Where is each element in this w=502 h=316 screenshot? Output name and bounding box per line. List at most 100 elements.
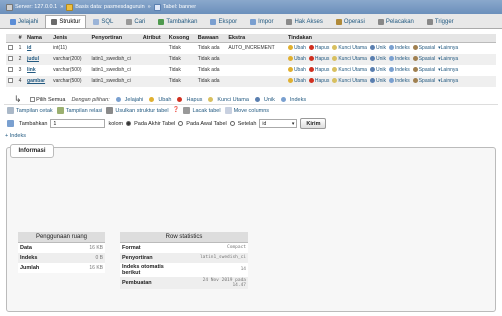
- col-null: Kosong: [166, 34, 196, 43]
- bulk-browse-button[interactable]: Jelajahi: [115, 97, 143, 103]
- beginning-label: Pada Awal Tabel: [186, 120, 227, 127]
- index-action[interactable]: Indeks: [388, 45, 410, 51]
- row-checkbox[interactable]: [8, 67, 13, 73]
- beginning-radio[interactable]: [178, 121, 184, 126]
- space-usage-title: Penggunaan ruang: [18, 232, 105, 243]
- with-selected-label: Dengan pilihan:: [71, 96, 110, 103]
- table-row: Indeks 0 B: [18, 252, 105, 263]
- row-actions: Ubah Hapus Kunci Utama Unik Indeks Spasial ▾La…: [285, 53, 496, 65]
- delete-icon: [308, 78, 314, 84]
- table-row: Penyortiran latin1_swedish_ci: [120, 252, 248, 263]
- column-name[interactable]: link: [25, 64, 52, 76]
- tab-search[interactable]: Cari: [120, 15, 151, 28]
- col-attributes: Atribut: [140, 34, 167, 43]
- tab-sql[interactable]: SQL: [87, 15, 119, 28]
- column-name[interactable]: gambar: [25, 75, 52, 87]
- relation-view-link[interactable]: Tampilan relasi: [56, 107, 102, 114]
- spatial-action[interactable]: Spasial: [412, 78, 435, 84]
- print-view-link[interactable]: Tampilan cetak: [7, 107, 53, 114]
- primary-action[interactable]: Kunci Utama: [332, 78, 367, 84]
- primary-action[interactable]: Kunci Utama: [332, 67, 367, 73]
- tab-export[interactable]: Ekspor: [204, 15, 243, 28]
- tab-operations[interactable]: Operasi: [330, 15, 371, 28]
- privileges-icon: [286, 19, 293, 25]
- row-statistics-table: Row statistics Format Compact Penyortiran…: [120, 232, 248, 289]
- bulk-primary-button[interactable]: Kunci Utama: [208, 97, 249, 103]
- edit-action[interactable]: Ubah: [287, 67, 306, 73]
- breadcrumb-table[interactable]: Tabel: banner: [153, 3, 196, 11]
- drop-action[interactable]: Hapus: [308, 45, 329, 51]
- more-action[interactable]: ▾Lainnya: [438, 56, 458, 62]
- check-all-checkbox[interactable]: [29, 96, 35, 102]
- check-all[interactable]: Pilih Semua: [29, 96, 65, 103]
- track-table-link[interactable]: Lacak tabel: [183, 107, 221, 114]
- database-icon: [66, 3, 74, 11]
- drop-action[interactable]: Hapus: [308, 56, 329, 62]
- propose-structure-link[interactable]: Usulkan struktur tabel: [106, 107, 169, 114]
- delete-icon: [308, 67, 314, 73]
- help-icon[interactable]: ❓: [173, 107, 180, 114]
- tab-triggers[interactable]: Trigger: [421, 15, 460, 28]
- unique-action[interactable]: Unik: [369, 78, 386, 84]
- bulk-unique-button[interactable]: Unik: [254, 97, 275, 103]
- more-action[interactable]: ▾Lainnya: [438, 78, 458, 84]
- bulk-index-button[interactable]: Indeks: [280, 97, 306, 103]
- server-icon: [6, 3, 13, 11]
- tab-insert[interactable]: Tambahkan: [152, 15, 203, 28]
- unique-action[interactable]: Unik: [369, 56, 386, 62]
- column-null: Tidak: [166, 64, 196, 76]
- row-checkbox[interactable]: [8, 45, 13, 51]
- column-name[interactable]: id: [25, 42, 52, 54]
- after-column-select[interactable]: id ▾: [259, 119, 298, 128]
- breadcrumb-database[interactable]: Basis data: pasmesdaguruin: [66, 3, 145, 11]
- breadcrumb-server[interactable]: Server: 127.0.0.1: [6, 3, 57, 11]
- row-checkbox[interactable]: [8, 78, 13, 84]
- spatial-action[interactable]: Spasial: [412, 56, 435, 62]
- spatial-icon: [412, 56, 418, 62]
- column-name[interactable]: judul: [25, 53, 52, 65]
- index-action[interactable]: Indeks: [388, 56, 410, 62]
- drop-action[interactable]: Hapus: [308, 67, 329, 73]
- col-name[interactable]: Nama: [25, 34, 52, 43]
- structure-icon: [51, 19, 58, 25]
- bulk-edit-button[interactable]: Ubah: [149, 97, 171, 103]
- index-action[interactable]: Indeks: [388, 78, 410, 84]
- tab-browse[interactable]: Jelajahi: [4, 15, 44, 28]
- end-of-table-radio[interactable]: [126, 121, 132, 126]
- row-number: 1: [16, 42, 26, 54]
- unique-action[interactable]: Unik: [369, 45, 386, 51]
- table-row: 4 gambar varchar(500) latin1_swedish_ci …: [6, 75, 496, 87]
- column-attribute: [140, 42, 167, 54]
- bulk-drop-button[interactable]: Hapus: [177, 97, 202, 103]
- edit-action[interactable]: Ubah: [287, 45, 306, 51]
- tab-tracking[interactable]: Pelacakan: [372, 15, 420, 28]
- index-action[interactable]: Indeks: [388, 67, 410, 73]
- add-label: Tambahkan: [19, 120, 48, 127]
- move-columns-link[interactable]: Move columns: [224, 107, 269, 114]
- column-count-input[interactable]: [50, 119, 106, 128]
- primary-action[interactable]: Kunci Utama: [332, 56, 367, 62]
- pencil-icon: [149, 96, 155, 102]
- spatial-action[interactable]: Spasial: [412, 45, 435, 51]
- after-radio[interactable]: [229, 121, 235, 126]
- go-button[interactable]: Kirim: [300, 118, 327, 129]
- unique-action[interactable]: Unik: [369, 67, 386, 73]
- column-attribute: [140, 75, 167, 87]
- edit-action[interactable]: Ubah: [287, 56, 306, 62]
- primary-action[interactable]: Kunci Utama: [332, 45, 367, 51]
- tab-import[interactable]: Impor: [244, 15, 279, 28]
- col-default: Bawaan: [195, 34, 227, 43]
- more-action[interactable]: ▾Lainnya: [438, 67, 458, 73]
- structure-table: # Nama Jenis Penyortiran Atribut Kosong …: [6, 34, 496, 87]
- propose-icon: [106, 107, 114, 114]
- index-icon: [388, 67, 394, 73]
- indexes-toggle[interactable]: + Indeks: [5, 133, 26, 139]
- more-action[interactable]: ▾Lainnya: [438, 45, 458, 51]
- spatial-action[interactable]: Spasial: [412, 67, 435, 73]
- pencil-icon: [287, 56, 293, 62]
- edit-action[interactable]: Ubah: [287, 78, 306, 84]
- tab-structure[interactable]: Struktur: [45, 15, 87, 28]
- drop-action[interactable]: Hapus: [308, 78, 329, 84]
- tab-privileges[interactable]: Hak Akses: [280, 15, 328, 28]
- row-checkbox[interactable]: [8, 56, 13, 62]
